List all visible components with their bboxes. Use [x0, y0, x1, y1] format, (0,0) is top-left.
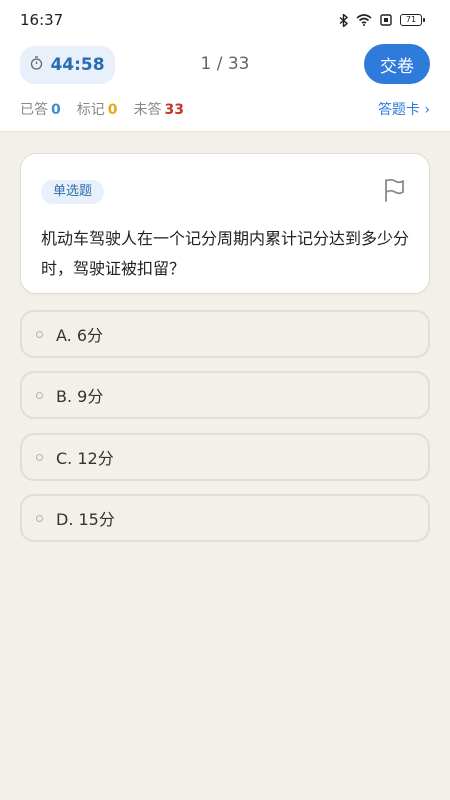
option-label: A. 6分 — [56, 326, 104, 345]
answered-stat: 已答 0 — [20, 99, 61, 119]
option-c[interactable]: C. 12分 — [20, 433, 430, 481]
exam-header: 44:58 1 / 33 交卷 已答 0 标记 0 未答 33 答题卡 › — [0, 40, 450, 132]
question-card: 单选题 机动车驾驶人在一个记分周期内累计记分达到多少分时，驾驶证被扣留？ — [20, 153, 430, 294]
answered-label: 已答 — [20, 102, 48, 118]
submit-exam-button[interactable]: 交卷 — [364, 44, 430, 84]
unanswered-count: 33 — [164, 102, 184, 118]
radio-icon — [36, 391, 43, 399]
question-text: 机动车驾驶人在一个记分周期内累计记分达到多少分时，驾驶证被扣留？ — [41, 229, 410, 278]
status-time: 16:37 — [20, 11, 64, 29]
question-type-badge: 单选题 — [41, 180, 105, 204]
option-label: C. 12分 — [56, 449, 114, 468]
option-a[interactable]: A. 6分 — [20, 310, 430, 358]
radio-icon — [36, 330, 43, 338]
unanswered-stat: 未答 33 — [134, 99, 184, 119]
wifi-icon — [356, 14, 372, 26]
radio-icon — [36, 514, 43, 522]
answer-card-link[interactable]: 答题卡 › — [378, 99, 430, 119]
status-icons: 71 — [339, 13, 425, 27]
status-bar: 16:37 71 — [0, 0, 450, 40]
marked-count: 0 — [107, 102, 118, 118]
bluetooth-icon — [339, 13, 348, 27]
unanswered-label: 未答 — [133, 102, 162, 118]
option-label: B. 9分 — [56, 387, 104, 406]
battery-icon: 71 — [400, 14, 425, 26]
option-b[interactable]: B. 9分 — [20, 371, 430, 419]
option-label: D. 15分 — [56, 510, 115, 529]
sim-icon — [380, 14, 392, 26]
marked-stat: 标记 0 — [77, 99, 118, 119]
answered-count: 0 — [51, 102, 61, 118]
option-d[interactable]: D. 15分 — [20, 494, 430, 542]
marked-label: 标记 — [76, 102, 105, 118]
answer-stats: 已答 0 标记 0 未答 33 — [20, 99, 184, 119]
radio-icon — [36, 453, 43, 461]
flag-icon[interactable] — [383, 178, 405, 206]
